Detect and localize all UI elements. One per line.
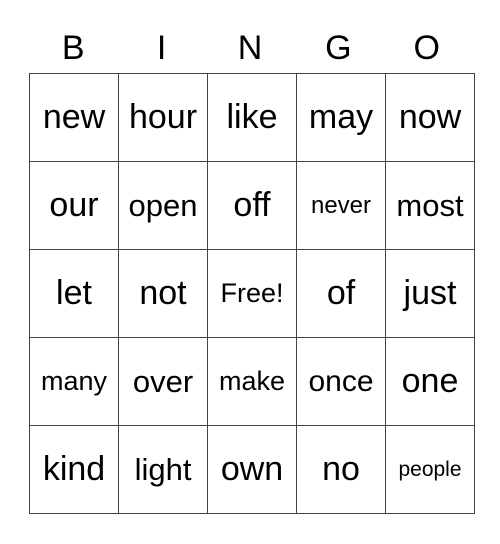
bingo-cell: just [385,249,475,338]
bingo-cell: no [296,425,386,514]
bingo-cell: make [207,337,297,426]
header-letter-n: N [237,29,263,67]
header-letter-g: G [325,29,352,67]
bingo-card: new hour like may now our open off never… [29,73,475,514]
bingo-cell: many [29,337,119,426]
bingo-cell: may [296,73,386,162]
bingo-cell: over [118,337,208,426]
header-letter-b: B [61,29,85,67]
bingo-cell: kind [29,425,119,514]
bingo-cell: once [296,337,386,426]
bingo-cell: one [385,337,475,426]
bingo-row: let not Free! of just [29,249,475,338]
header-letter-i: I [156,29,167,67]
bingo-cell: our [29,161,119,250]
bingo-cell: new [29,73,119,162]
free-space-cell: Free! [207,249,297,338]
bingo-cell: open [118,161,208,250]
bingo-cell: light [118,425,208,514]
bingo-row: kind light own no people [29,425,475,514]
bingo-cell: people [385,425,475,514]
bingo-cell: of [296,249,386,338]
bingo-cell: now [385,73,475,162]
bingo-cell: own [207,425,297,514]
bingo-row: our open off never most [29,161,475,250]
bingo-row: many over make once one [29,337,475,426]
bingo-header: B I N G O [29,26,471,70]
header-letter-o: O [413,29,440,67]
bingo-cell: not [118,249,208,338]
bingo-cell: off [207,161,297,250]
bingo-cell: hour [118,73,208,162]
bingo-row: new hour like may now [29,73,475,162]
bingo-cell: like [207,73,297,162]
bingo-cell: never [296,161,386,250]
bingo-cell: let [29,249,119,338]
bingo-cell: most [385,161,475,250]
